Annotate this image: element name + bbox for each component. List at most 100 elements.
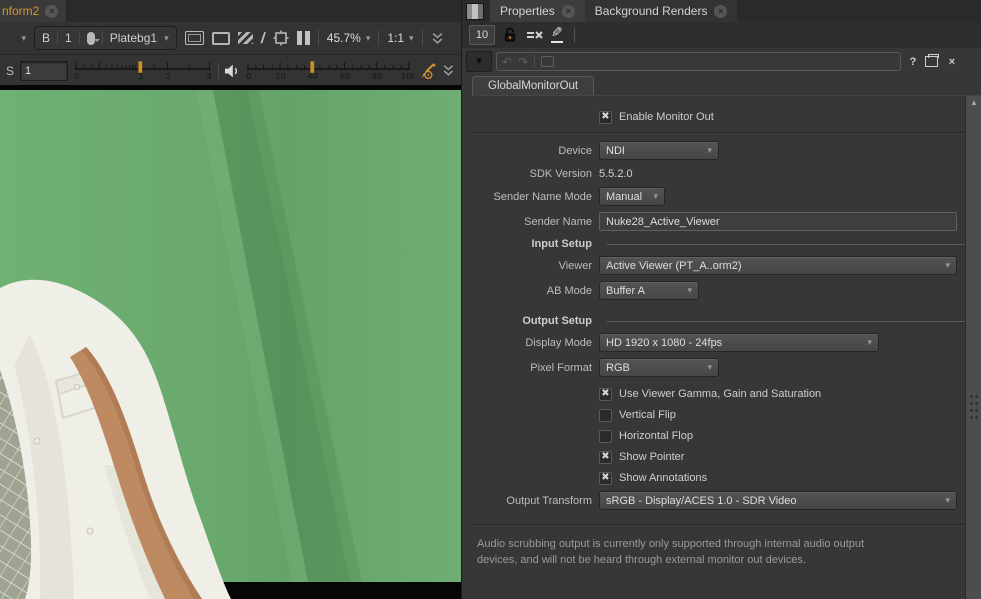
chevron-down-icon: ▾ [366,33,371,44]
roi-button[interactable] [273,30,289,46]
device-row: Device NDI ▾ [462,141,981,160]
panel-scrollbar[interactable]: ▲ [965,96,981,599]
tab-close-icon[interactable]: × [562,5,575,18]
volume-slider[interactable]: 0 20 40 60 80 100 [246,60,414,82]
svg-text:1: 1 [138,70,143,80]
properties-controls: 10 ✎ [462,22,981,49]
ratio-value: 1:1 [387,31,404,45]
pause-icon [305,31,310,45]
show-pointer-label: Show Pointer [619,451,684,463]
tab-properties-label: Properties [500,4,555,18]
lock-panels-icon[interactable] [503,27,518,43]
pause-icon [297,31,302,45]
toolbar-expand-button[interactable] [431,32,444,45]
sdk-version-value: 5.5.2.0 [599,168,633,180]
tab-background-renders-label: Background Renders [595,4,708,18]
scroll-up-icon[interactable]: ▲ [966,98,981,107]
viewer-tab[interactable]: nform2 × [0,0,67,22]
stripes-icon [238,32,253,44]
close-panel-button[interactable]: × [944,56,960,68]
tab-properties[interactable]: Properties × [490,0,585,22]
display-mode-label: Display Mode [468,337,592,349]
output-transform-row: Output Transform sRGB - Display/ACES 1.0… [462,491,981,510]
tab-background-renders[interactable]: Background Renders × [585,0,738,22]
divider [470,132,968,133]
redo-icon[interactable]: ↷ [518,56,528,68]
enable-monitor-out-checkbox[interactable]: ✖ [599,111,612,124]
display-mode-select[interactable]: HD 1920 x 1080 - 24fps ▾ [599,333,879,352]
splitter-grip[interactable] [969,393,979,419]
viewer-canvas[interactable] [0,85,461,599]
ab-mode-label: AB Mode [468,285,592,297]
volume-icon[interactable] [225,64,240,78]
viewer-tabbar: nform2 × [0,0,461,22]
group-divider [607,244,968,245]
ratio-select[interactable]: 1:1 ▾ [387,31,413,45]
down-triangle-icon: ▼ [474,56,484,67]
node-color-button[interactable]: ▼ [466,51,492,72]
separator [534,55,535,68]
use-viewer-gamma-checkbox[interactable]: ✖ [599,388,612,401]
show-pointer-checkbox[interactable]: ✖ [599,451,612,464]
close-all-panels-icon[interactable] [526,28,543,42]
input-setup-group: Input Setup [462,237,981,251]
svg-text:4: 4 [207,70,212,80]
chevron-down-icon: ▾ [867,337,872,348]
double-chevron-down-icon [431,32,444,45]
float-panel-icon[interactable] [925,56,938,67]
pause-button[interactable] [297,31,310,45]
checkerboard-button[interactable] [238,32,253,44]
node-body: ✖ Enable Monitor Out Device NDI ▾ SDK Ve… [462,96,981,569]
edit-button[interactable]: ✎ [551,26,566,44]
horizontal-flop-label: Horizontal Flop [619,430,693,442]
max-panels-input[interactable]: 10 [469,25,495,45]
separator [378,30,379,46]
tab-globalmonitorout[interactable]: GlobalMonitorOut [472,76,594,95]
frame-display-icon [185,31,204,45]
svg-text:80: 80 [372,70,383,80]
sliderbar-expand-button[interactable] [442,64,455,77]
tab-close-icon[interactable]: × [714,5,727,18]
svg-text:60: 60 [340,70,351,80]
eyedropper-sample-icon[interactable] [420,62,437,80]
chevron-down-icon: ▾ [945,260,950,271]
viewer-tab-close-icon[interactable]: × [45,5,58,18]
pane-layout-icon[interactable] [466,3,484,20]
ab-mode-select[interactable]: Buffer A ▾ [599,281,699,300]
zoom-level-select[interactable]: 45.7% ▾ [327,31,371,45]
show-annotations-checkbox[interactable]: ✖ [599,472,612,485]
sender-name-mode-select[interactable]: Manual ▾ [599,187,665,206]
enable-monitor-out-label: Enable Monitor Out [619,111,714,123]
properties-pane: Properties × Background Renders × 10 ✎ [461,0,981,599]
horizontal-flop-checkbox[interactable] [599,430,612,443]
device-select[interactable]: NDI ▾ [599,141,719,160]
svg-text:20: 20 [275,70,286,80]
frame-input[interactable] [20,61,68,81]
frame-display-button[interactable] [185,31,204,45]
revert-icon[interactable] [541,56,554,67]
help-button[interactable]: ? [905,56,921,68]
svg-text:0: 0 [74,70,79,80]
sender-name-input[interactable] [599,212,957,231]
sender-name-mode-row: Sender Name Mode Manual ▾ [462,187,981,206]
pixel-format-select[interactable]: RGB ▾ [599,358,719,377]
layer-select[interactable]: Platebg1 [110,31,157,45]
vertical-flip-checkbox[interactable] [599,409,612,422]
channels-dropdown[interactable]: ▾ [4,33,26,44]
gain-bullet-icon[interactable] [87,32,95,45]
chevron-down-icon: ▾ [707,145,712,156]
gain-slider[interactable]: 0 1 2 4 [74,60,212,82]
divider [470,524,968,525]
node-title-field[interactable]: ↶ ↷ [496,52,901,71]
buffer-b-button[interactable]: B [42,31,50,45]
separator [79,31,80,45]
output-transform-select[interactable]: sRGB - Display/ACES 1.0 - SDR Video ▾ [599,491,957,510]
proxy-toggle-button[interactable] [212,32,230,45]
output-setup-group: Output Setup [462,314,981,328]
sdk-version-row: SDK Version 5.5.2.0 [462,166,981,181]
wipe-button[interactable]: / [259,30,266,47]
properties-tabbar: Properties × Background Renders × [462,0,981,22]
viewer-select[interactable]: Active Viewer (PT_A..orm2) ▾ [599,256,957,275]
undo-icon[interactable]: ↶ [502,56,512,68]
view-index-button[interactable]: 1 [65,31,72,45]
